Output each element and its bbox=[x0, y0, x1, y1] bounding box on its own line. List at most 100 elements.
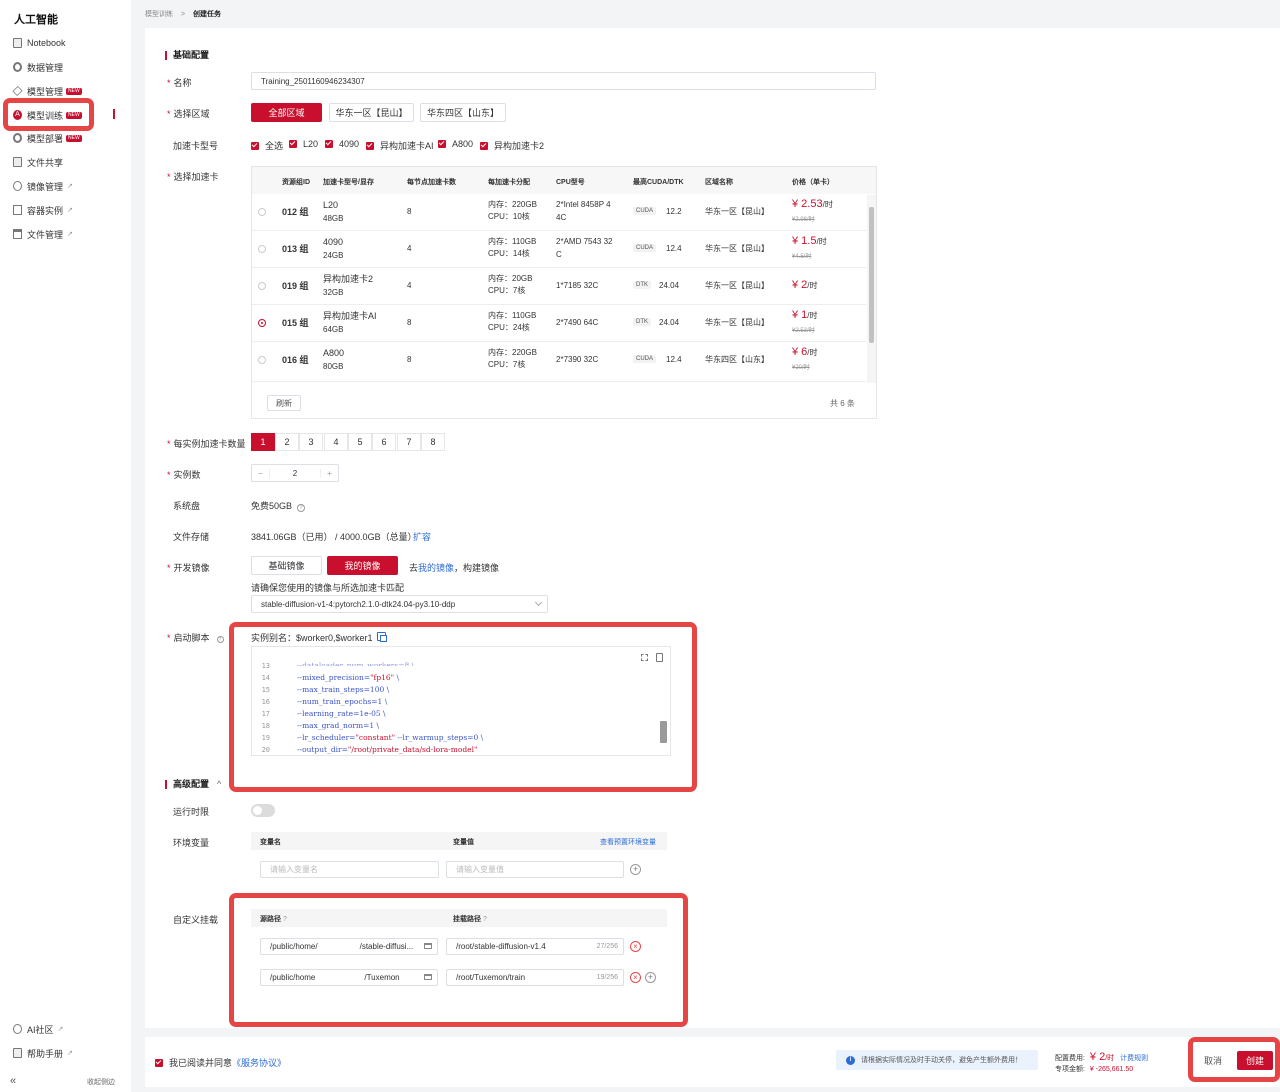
cards-option-2[interactable]: 2 bbox=[275, 433, 299, 451]
row-radio[interactable] bbox=[258, 208, 266, 216]
original-price: ¥20/时 bbox=[792, 365, 810, 371]
card-memory: 48GB bbox=[323, 214, 344, 223]
price: ¥ 2/时 bbox=[792, 279, 818, 291]
card-count: 4 bbox=[407, 244, 412, 253]
external-link-icon: ↗ bbox=[57, 1026, 64, 1033]
card-memory: 80GB bbox=[323, 362, 344, 371]
highlight-box-script bbox=[229, 622, 697, 792]
add-env-icon[interactable]: + bbox=[630, 864, 641, 875]
checkbox-card2[interactable]: 异构加速卡2 bbox=[480, 139, 544, 152]
breadcrumb-parent[interactable]: 模型训练 bbox=[145, 11, 173, 18]
my-image-link[interactable]: 我的镜像 bbox=[418, 563, 454, 573]
cards-option-7[interactable]: 7 bbox=[397, 433, 421, 451]
cpu-model: 2*Intel 8458P 4 bbox=[556, 200, 611, 209]
increment-button[interactable]: + bbox=[320, 468, 338, 478]
cards-option-8[interactable]: 8 bbox=[421, 433, 445, 451]
scrollbar-thumb[interactable] bbox=[869, 207, 874, 343]
checkbox-a800[interactable]: A800 bbox=[438, 139, 473, 149]
sidebar-item-ai-community[interactable]: AI社区 ↗ bbox=[13, 1020, 118, 1038]
tab-my-image[interactable]: 我的镜像 bbox=[327, 556, 398, 575]
row-radio[interactable] bbox=[258, 245, 266, 253]
table-header-cell: 加速卡型号/显存 bbox=[323, 179, 374, 186]
checkbox-select-all[interactable]: 全选 bbox=[251, 139, 283, 152]
sidebar-item-label: 文件管理 bbox=[27, 229, 64, 240]
info-icon: i bbox=[846, 1055, 855, 1065]
instance-count-value[interactable]: 2 bbox=[270, 469, 320, 478]
region-east1-button[interactable]: 华东一区【昆山】 bbox=[329, 103, 414, 122]
runtime-limit-label: 运行时限 bbox=[173, 807, 210, 817]
region-name: 华东四区【山东】 bbox=[705, 355, 769, 364]
card-memory: 24GB bbox=[323, 251, 344, 260]
card-model: L20 bbox=[323, 200, 339, 210]
table-total: 共 6 条 bbox=[830, 399, 855, 408]
table-header-cell: 资源组ID bbox=[282, 179, 310, 186]
env-value-input[interactable]: 请输入变量值 bbox=[446, 861, 624, 878]
checkbox-4090[interactable]: 4090 bbox=[325, 139, 359, 149]
sidebar-item-label: 数据管理 bbox=[27, 62, 64, 73]
model-icon bbox=[12, 85, 23, 97]
group-id: 016 组 bbox=[282, 355, 309, 365]
script-label: * 启动脚本? bbox=[167, 631, 224, 644]
sidebar-item-label: 容器实例 bbox=[27, 205, 64, 216]
agree-checkbox[interactable]: 我已阅读并同意 《服务协议》 bbox=[155, 1056, 286, 1069]
cards-option-3[interactable]: 3 bbox=[299, 433, 323, 451]
refresh-button[interactable]: 刷新 bbox=[267, 395, 301, 411]
group-id: 013 组 bbox=[282, 244, 309, 254]
card-model: 异构加速卡2 bbox=[323, 274, 374, 284]
instance-count-stepper[interactable]: − 2 + bbox=[251, 464, 339, 482]
tab-base-image[interactable]: 基础镜像 bbox=[251, 556, 322, 575]
expand-storage-link[interactable]: 扩容 bbox=[413, 530, 431, 543]
row-radio[interactable] bbox=[258, 356, 266, 364]
sidebar-item-notebook[interactable]: Notebook bbox=[13, 34, 118, 52]
section-basic-title: 基础配置 bbox=[165, 51, 209, 60]
region-all-button[interactable]: 全部区域 bbox=[251, 103, 322, 122]
row-radio-selected[interactable] bbox=[258, 319, 266, 327]
runtime-limit-toggle[interactable] bbox=[251, 804, 275, 817]
sidebar-item-image[interactable]: 镜像管理 ↗ bbox=[13, 177, 118, 195]
row-radio[interactable] bbox=[258, 282, 266, 290]
sidebar-item-label: 帮助手册 bbox=[27, 1048, 64, 1059]
sidebar-item-container[interactable]: 容器实例 ↗ bbox=[13, 201, 118, 219]
table-row[interactable]: 019 组 异构加速卡2 32GB 4 内存：20GB CPU：7核 1*718… bbox=[252, 268, 866, 305]
decrement-button[interactable]: − bbox=[252, 468, 270, 478]
section-advanced-title[interactable]: 高级配置 ^ bbox=[165, 780, 221, 789]
sidebar-item-label: 模型管理 bbox=[27, 86, 64, 97]
runtime-version: 12.4 bbox=[666, 355, 682, 364]
image-select[interactable]: stable-diffusion-v1-4:pytorch2.1.0-dtk24… bbox=[251, 595, 548, 613]
card-model: 4090 bbox=[323, 237, 344, 247]
cards-option-6[interactable]: 6 bbox=[372, 433, 396, 451]
table-row[interactable]: 015 组 异构加速卡AI 64GB 8 内存：110GB CPU：24核 2*… bbox=[252, 305, 866, 342]
checkbox-ai-card[interactable]: 异构加速卡AI bbox=[366, 139, 434, 152]
collapse-sidebar-icon[interactable]: « bbox=[10, 1075, 16, 1087]
sidebar-item-data[interactable]: 数据管理 bbox=[13, 58, 118, 76]
image-notice: 请确保您使用的镜像与所选加速卡匹配 bbox=[251, 583, 405, 593]
alloc-memory: 内存：220GB bbox=[488, 348, 537, 357]
table-scrollbar[interactable] bbox=[867, 195, 876, 383]
alloc-cpu: CPU：24核 bbox=[488, 323, 530, 332]
region-east4-button[interactable]: 华东四区【山东】 bbox=[420, 103, 506, 122]
sidebar-item-help[interactable]: 帮助手册 ↗ bbox=[13, 1044, 118, 1062]
region-name: 华东一区【昆山】 bbox=[705, 281, 769, 290]
env-name-input[interactable]: 请输入变量名 bbox=[260, 861, 439, 878]
table-row[interactable]: 013 组 4090 24GB 4 内存：110GB CPU：14核 2*AMD… bbox=[252, 231, 866, 268]
help-icon: ? bbox=[216, 636, 224, 643]
collapse-sidebar-button[interactable]: 收起侧边 bbox=[87, 1077, 115, 1087]
name-input[interactable]: Training_2501160946234307 bbox=[251, 72, 876, 90]
help-icon: ? bbox=[297, 504, 306, 512]
table-header-cell: 价格（单卡） bbox=[792, 179, 834, 186]
file-storage-value: 3841.06GB（已用） / 4000.0GB（总量） bbox=[251, 532, 417, 542]
cards-option-5[interactable]: 5 bbox=[348, 433, 372, 451]
sidebar-item-file-share[interactable]: 文件共享 bbox=[13, 153, 118, 171]
table-row[interactable]: 016 组 A800 80GB 8 内存：220GB CPU：7核 2*7390… bbox=[252, 342, 866, 382]
view-preset-env-link[interactable]: 查看预置环境变量 bbox=[600, 837, 656, 847]
chevron-down-icon bbox=[534, 598, 543, 607]
cards-option-1[interactable]: 1 bbox=[251, 433, 275, 451]
sidebar-item-file-management[interactable]: 文件管理 ↗ bbox=[13, 225, 118, 243]
table-row[interactable]: 012 组 L20 48GB 8 内存：220GB CPU：10核 2*Inte… bbox=[252, 194, 866, 231]
checkbox-l20[interactable]: L20 bbox=[289, 139, 318, 149]
sidebar-item-model-deploy[interactable]: 模型部署 NEW bbox=[13, 129, 118, 147]
cards-option-4[interactable]: 4 bbox=[324, 433, 348, 451]
billing-rules-link[interactable]: 计费规则 bbox=[1120, 1055, 1148, 1062]
service-agreement-link[interactable]: 《服务协议》 bbox=[232, 1056, 286, 1069]
table-header-cell: CPU型号 bbox=[556, 179, 585, 186]
